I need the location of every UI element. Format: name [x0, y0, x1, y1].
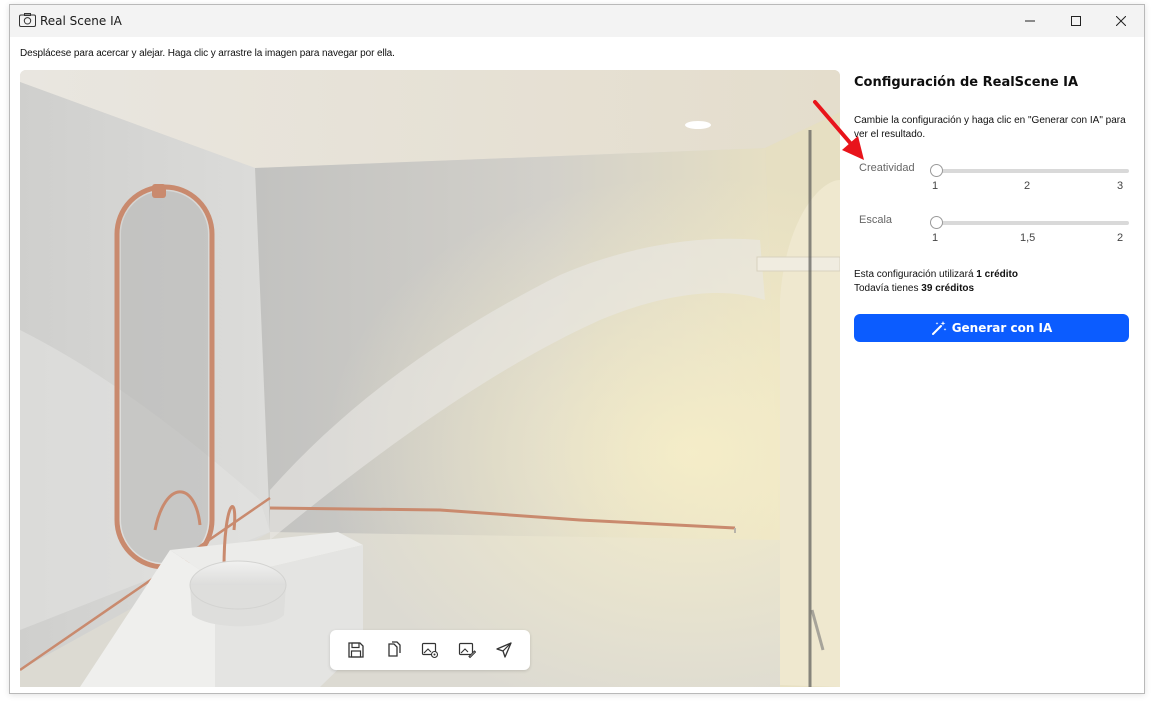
scale-thumb[interactable]: [930, 216, 943, 229]
magic-wand-icon: [931, 321, 947, 335]
credits-info: Esta configuración utilizará 1 crédito T…: [854, 268, 1018, 296]
image-edit-icon: [458, 642, 476, 659]
credits-remaining-prefix: Todavía tienes: [854, 283, 919, 294]
bathroom-render-image[interactable]: [20, 70, 840, 687]
send-button[interactable]: [492, 638, 516, 662]
credits-remaining-number: 39: [921, 283, 933, 294]
credits-remaining-unit: créditos: [935, 283, 975, 294]
credits-remaining-line: Todavía tienes 39 créditos: [854, 282, 1018, 296]
send-icon: [495, 642, 512, 658]
creativity-tick-mid: 2: [1024, 180, 1031, 192]
title-bar: Real Scene IA: [10, 5, 1144, 37]
app-window: Real Scene IA Desplácese para acercar y …: [9, 4, 1145, 694]
minimize-icon: [1025, 20, 1035, 22]
camera-icon: [19, 13, 36, 27]
copy-icon: [388, 641, 401, 657]
creativity-tick-min: 1: [932, 180, 939, 192]
generate-with-ai-button[interactable]: Generar con IA: [854, 314, 1129, 342]
render-preview[interactable]: [20, 70, 840, 687]
window-title: Real Scene IA: [40, 14, 122, 28]
save-icon: [348, 642, 365, 658]
image-settings-icon: [421, 642, 439, 659]
creativity-thumb[interactable]: [930, 164, 943, 177]
generate-button-label: Generar con IA: [951, 321, 1053, 335]
navigation-hint: Desplácese para acercar y alejar. Haga c…: [20, 48, 395, 59]
credits-cost-prefix: Esta configuración utilizará: [854, 269, 974, 280]
creativity-tick-max: 3: [1117, 180, 1124, 192]
minimize-button[interactable]: [1007, 5, 1053, 37]
creativity-track[interactable]: [936, 169, 1129, 173]
credits-cost-value: 1 crédito: [976, 269, 1018, 280]
close-icon: [1116, 16, 1126, 26]
panel-description: Cambie la configuración y haga clic en "…: [854, 115, 1126, 140]
credits-cost-line: Esta configuración utilizará 1 crédito: [854, 268, 1018, 282]
creativity-slider: Creatividad 1 2 3: [854, 162, 1136, 202]
image-toolbar: [330, 630, 530, 670]
scale-label: Escala: [859, 214, 893, 226]
scale-tick-min: 1: [932, 232, 939, 244]
scale-slider: Escala 1 1,5 2: [854, 214, 1136, 254]
panel-title: Configuración de RealScene IA: [854, 75, 1079, 90]
save-button[interactable]: [344, 638, 368, 662]
scale-tick-mid: 1,5: [1020, 232, 1036, 244]
annotation-arrow-icon: [813, 100, 864, 160]
maximize-button[interactable]: [1053, 5, 1099, 37]
image-settings-button[interactable]: [418, 638, 442, 662]
close-button[interactable]: [1098, 5, 1144, 37]
maximize-icon: [1071, 16, 1081, 26]
scale-track[interactable]: [936, 221, 1129, 225]
copy-button[interactable]: [381, 638, 405, 662]
image-edit-button[interactable]: [455, 638, 479, 662]
scale-tick-max: 2: [1117, 232, 1124, 244]
